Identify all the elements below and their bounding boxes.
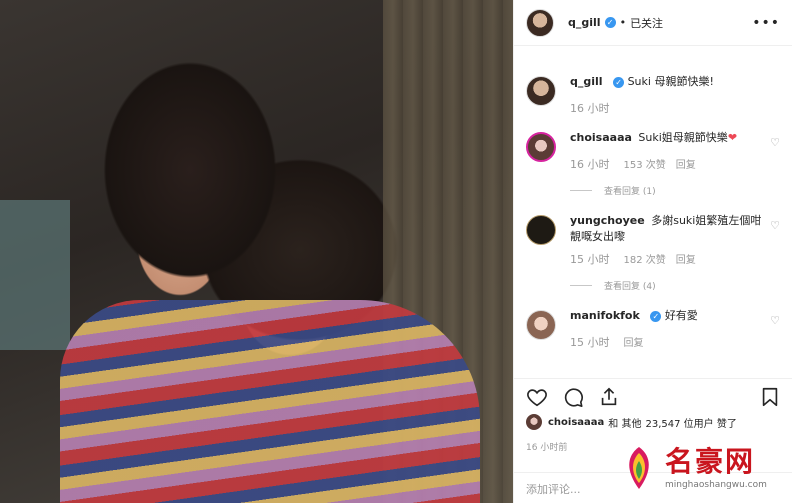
reply-button[interactable]: 回复 [676,251,696,267]
comment-username[interactable]: yungchoyee [570,214,645,227]
verified-icon: ✓ [604,17,616,28]
separator-dot: • [619,16,627,29]
comment-username[interactable]: choisaaaa [570,131,632,144]
comment-time: 16 小时 [570,158,610,171]
likes-count[interactable]: 23,547 位用户 赞了 [645,415,736,430]
comment-text: manifokfok ✓ 好有愛 [570,308,780,324]
caption-text: q_gill ✓ Suki 母親節快樂! [570,74,780,90]
verified-icon: ✓ [613,76,625,88]
watermark-logo-icon [629,446,649,489]
comment-text: choisaaaa Suki姐母親節快樂❤ [570,130,780,146]
caption-row: q_gill ✓ Suki 母親節快樂! 16 小时 [526,74,780,116]
watermark-url: minghaoshangwu.com [665,479,767,490]
comment-likes[interactable]: 182 次赞 [624,251,666,267]
view-replies-label[interactable]: 查看回复 (1) [604,184,656,197]
comment-time: 15 小时 [570,336,610,349]
liker-avatar[interactable] [526,414,542,430]
caption-time: 16 小时 [570,102,610,115]
comment-content: Suki姐母親節快樂 [638,131,728,144]
comment-time: 15 小时 [570,253,610,266]
comment-icon[interactable] [562,386,584,408]
comment-row: choisaaaa Suki姐母親節快樂❤ 16 小时 153 次赞 回复 ♡ [526,130,780,172]
photo-wall [0,200,70,350]
comment-likes[interactable]: 153 次赞 [624,156,666,172]
more-icon[interactable]: ••• [752,15,780,31]
liker-username[interactable]: choisaaaa [548,417,604,428]
view-replies-button[interactable]: 查看回复 (1) [570,184,780,197]
reply-button[interactable]: 回复 [624,334,644,350]
comments-list[interactable]: q_gill ✓ Suki 母親節快樂! 16 小时 choisaaaa Suk… [514,46,792,376]
view-replies-label[interactable]: 查看回复 (4) [604,279,656,292]
comment-avatar[interactable] [526,215,556,245]
likes-joiner: 和 其他 [608,418,642,430]
post-photo[interactable] [0,0,513,503]
likes-summary: choisaaaa 和 其他 23,547 位用户 赞了 [526,414,737,430]
comment-text: yungchoyee 多謝suki姐繁殖左個咁靚嘅女出嚟 [570,213,780,245]
comment-content: 好有愛 [664,309,698,322]
action-bar [514,378,792,414]
comment-row: yungchoyee 多謝suki姐繁殖左個咁靚嘅女出嚟 15 小时 182 次… [526,213,780,267]
replies-line [570,285,592,286]
share-icon[interactable] [598,386,620,408]
heart-icon[interactable]: ♡ [770,219,780,232]
view-replies-button[interactable]: 查看回复 (4) [570,279,780,292]
heart-icon[interactable]: ♡ [770,314,780,327]
heart-icon[interactable] [526,386,548,408]
follow-status[interactable]: 已关注 [630,15,663,31]
comment-row: manifokfok ✓ 好有愛 15 小时 回复 ♡ [526,308,780,350]
comment-meta: 15 小时 回复 [570,334,780,350]
comment-meta: 16 小时 153 次赞 回复 [570,156,780,172]
caption-content: Suki 母親節快樂! [627,75,714,88]
photo-striped-shirt [60,300,480,503]
site-watermark: 名豪网 minghaoshangwu.com [617,432,792,503]
replies-line [570,190,592,191]
caption-avatar[interactable] [526,76,556,106]
verified-icon: ✓ [650,310,662,322]
author-avatar[interactable] [526,8,554,37]
watermark-title: 名豪网 [665,444,756,478]
comment-meta: 15 小时 182 次赞 回复 [570,251,780,267]
post-time: 16 小时前 [526,443,568,453]
caption-meta: 16 小时 [570,100,780,116]
comment-username[interactable]: manifokfok [570,309,640,322]
caption-username[interactable]: q_gill [570,75,603,88]
heart-icon[interactable]: ♡ [770,136,780,149]
comment-avatar[interactable] [526,132,556,162]
post-header: q_gill ✓ • 已关注 ••• [514,0,792,46]
post-side-panel: q_gill ✓ • 已关注 ••• q_gill ✓ Suki 母親節快樂! … [513,0,792,503]
reply-button[interactable]: 回复 [676,156,696,172]
author-username[interactable]: q_gill [568,16,601,29]
comment-avatar[interactable] [526,310,556,340]
red-heart-emoji-icon: ❤ [727,131,738,144]
bookmark-icon[interactable] [759,386,781,408]
